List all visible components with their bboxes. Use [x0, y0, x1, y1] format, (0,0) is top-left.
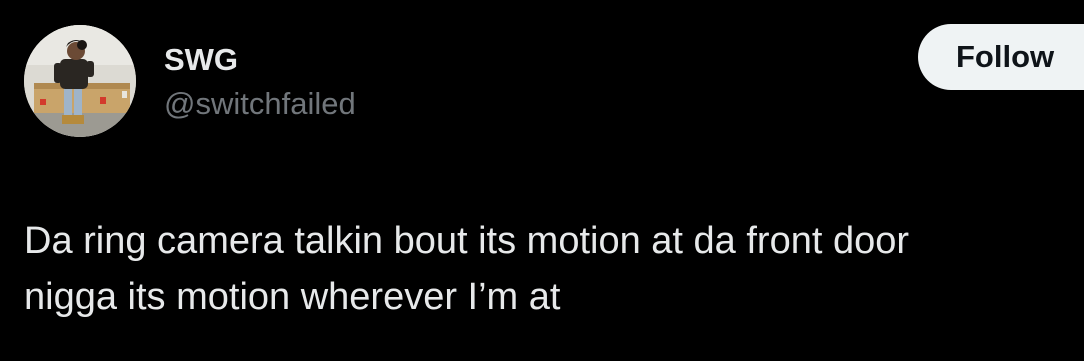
user-handle[interactable]: @switchfailed — [164, 86, 356, 122]
tweet-text-line: nigga its motion wherever I’m at — [24, 276, 561, 318]
profile-photo-icon — [24, 25, 136, 137]
tweet-text-line: Da ring camera talkin bout its motion at… — [24, 220, 910, 262]
tweet-text: Da ring camera talkin bout its motion at… — [24, 213, 1084, 325]
tweet-card: SWG @switchfailed Follow Da ring camera … — [0, 0, 1084, 361]
follow-button[interactable]: Follow — [918, 24, 1084, 90]
avatar[interactable] — [24, 25, 136, 137]
display-name[interactable]: SWG — [164, 42, 238, 78]
